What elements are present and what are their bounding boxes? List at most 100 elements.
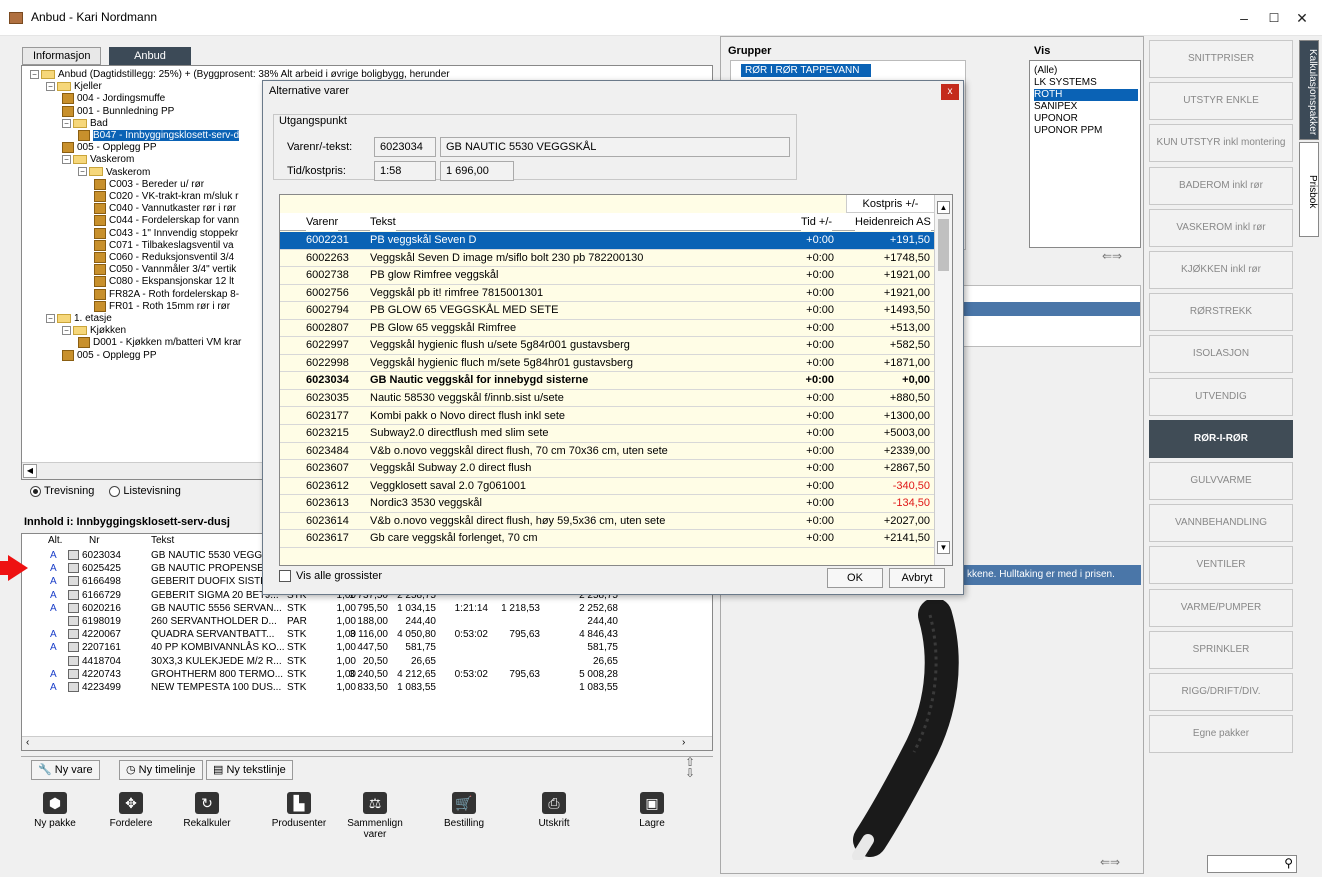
dialog-close-button[interactable]: x <box>941 84 959 100</box>
collapse-icon[interactable]: − <box>62 118 71 128</box>
collapse-icon[interactable]: − <box>78 167 87 177</box>
vis-list[interactable]: (Alle) LK SYSTEMS ROTH SANIPEX UPONOR UPONOR … <box>1029 60 1141 248</box>
tree-item[interactable]: 004 - Jordingsmuffe <box>62 93 165 105</box>
ny-vare-button[interactable]: 🔧 Ny vare <box>31 760 100 780</box>
tree-item[interactable]: C003 - Bereder u/ rør <box>94 178 204 191</box>
table-row[interactable]: 6002756 Veggskål pb it! rimfree 781500130… <box>280 285 934 303</box>
vare-tekst-field[interactable]: GB NAUTIC 5530 VEGGSKÅL <box>440 137 790 157</box>
category-button[interactable]: ISOLASJON <box>1149 335 1293 374</box>
tree-item[interactable]: FR01 - Roth 15mm rør i rør <box>94 300 230 313</box>
tree-item[interactable]: 005 - Opplegg PP <box>62 349 157 362</box>
close-button[interactable]: ✕ <box>1287 8 1317 28</box>
tree-item[interactable]: C080 - Ekspansjonskar 12 lt <box>94 276 234 288</box>
scroll-right-icon[interactable]: › <box>682 737 685 748</box>
vis-item[interactable]: UPONOR PPM <box>1034 125 1138 137</box>
tid-field[interactable]: 1:58 <box>374 161 436 181</box>
toolbar-button[interactable]: ▣ Lagre <box>619 792 685 829</box>
vis-item[interactable]: ROTH <box>1034 89 1138 101</box>
vis-item[interactable]: (Alle) <box>1034 65 1138 77</box>
minimize-button[interactable]: – <box>1229 8 1259 28</box>
tree-item[interactable]: FR82A - Roth fordelerskap 8- <box>94 288 239 301</box>
search-icon[interactable]: ⚲ <box>1284 856 1293 870</box>
kostpris-field[interactable]: 1 696,00 <box>440 161 514 181</box>
table-row[interactable]: A 4220743 GROHTHERM 800 TERMO... STK 1,00 3 2… <box>22 668 702 681</box>
vis-item[interactable]: LK SYSTEMS <box>1034 77 1138 89</box>
detail-selected-row[interactable] <box>964 302 1140 316</box>
vis-alle-checkbox[interactable] <box>279 570 291 583</box>
table-row[interactable]: 6023607 Veggskål Subway 2.0 direct flush +… <box>280 460 934 478</box>
collapse-icon[interactable]: − <box>30 69 39 79</box>
table-row[interactable]: 6002807 PB Glow 65 veggskål Rimfree +0:00 +… <box>280 320 934 338</box>
tree-item[interactable]: C050 - Vannmåler 3/4" vertik <box>94 264 236 276</box>
category-button[interactable]: VANNBEHANDLING <box>1149 504 1293 543</box>
tree-item[interactable]: − Vaskerom <box>62 154 134 166</box>
toolbar-button[interactable]: ▙ Produsenter <box>266 792 332 829</box>
tab-kalkulasjonspakker[interactable]: Kalkulasjonspakker <box>1299 40 1319 140</box>
ok-button[interactable]: OK <box>827 568 883 588</box>
tree-item[interactable]: C020 - VK-trakt-kran m/sluk r <box>94 191 238 203</box>
table-row[interactable]: 6023613 Nordic3 3530 veggskål +0:00 -134,50 <box>280 495 934 513</box>
scroll-down-icon[interactable]: ▼ <box>937 541 950 554</box>
collapse-icon[interactable]: − <box>62 155 71 165</box>
table-row[interactable]: A 6020216 GB NAUTIC 5556 SERVAN... STK 1,00 7… <box>22 602 702 615</box>
table-row[interactable]: A 4220067 QUADRA SERVANTBATT... STK 1,00 3 11… <box>22 628 702 641</box>
tree-item[interactable]: 001 - Bunnledning PP <box>62 105 174 118</box>
radio-listevisning[interactable] <box>109 485 121 497</box>
tree-item[interactable]: − Bad <box>62 118 108 130</box>
table-row[interactable]: 6022997 Veggskål hygienic flush u/sete 5g… <box>280 337 934 355</box>
move-updown-icon[interactable]: ⇧ ⇩ <box>685 756 695 779</box>
vis-alle-option[interactable]: Vis alle grossister <box>279 570 382 583</box>
vis-item[interactable]: UPONOR <box>1034 113 1138 125</box>
category-button[interactable]: VARME/PUMPER <box>1149 588 1293 627</box>
toolbar-button[interactable]: ⎙ Utskrift <box>521 792 587 829</box>
tree-item[interactable]: C044 - Fordelerskap for vann <box>94 215 239 227</box>
detail-list[interactable] <box>963 285 1141 347</box>
table-row[interactable]: 6023177 Kombi pakk o Novo direct flush in… <box>280 408 934 425</box>
tree-item[interactable]: C043 - 1" Innvendig stoppekr <box>94 227 238 240</box>
tree-item[interactable]: − Kjøkken <box>62 325 126 337</box>
table-row[interactable]: A 4223499 NEW TEMPESTA 100 DUS... STK 1,00 83… <box>22 681 702 694</box>
table-row[interactable]: 6023035 Nautic 58530 veggskål f/innb.sist… <box>280 390 934 408</box>
tree-item[interactable]: D001 - Kjøkken m/batteri VM krar <box>78 337 241 349</box>
table-row[interactable]: 6023612 Veggklosett saval 2.0 7g061001 +0:… <box>280 478 934 496</box>
toolbar-button[interactable]: 🛒 Bestilling <box>431 792 497 829</box>
toolbar-button[interactable]: ⬢ Ny pakke <box>22 792 88 829</box>
category-button[interactable]: KUN UTSTYR inkl montering <box>1149 124 1293 163</box>
table-row[interactable]: 6198019 260 SERVANTHOLDER D... PAR 1,00 188,… <box>22 615 702 628</box>
table-row[interactable]: 6023617 Gb care veggskål forlenget, 70 cm… <box>280 530 934 548</box>
category-button[interactable]: VASKEROM inkl rør <box>1149 208 1293 247</box>
category-button[interactable]: RØRSTREKK <box>1149 293 1293 332</box>
category-button[interactable]: RIGG/DRIFT/DIV. <box>1149 673 1293 711</box>
table-row[interactable]: 6023215 Subway2.0 directflush med slim se… <box>280 425 934 443</box>
category-button[interactable]: BADEROM inkl rør <box>1149 166 1293 205</box>
tree-item[interactable]: − 1. etasje <box>46 313 112 325</box>
arrows-icon[interactable]: ⇐⇒ <box>1102 249 1122 263</box>
group-item-selected[interactable]: RØR I RØR TAPPEVANN <box>741 64 871 77</box>
search-input[interactable]: ⚲ <box>1207 855 1297 873</box>
avbryt-button[interactable]: Avbryt <box>889 568 945 588</box>
tab-informasjon[interactable]: Informasjon <box>22 47 102 65</box>
tree-item[interactable]: C040 - Vannutkaster rør i rør <box>94 203 236 215</box>
toolbar-button[interactable]: ↻ Rekalkuler <box>174 792 240 829</box>
tab-prisbok[interactable]: Prisbok <box>1299 142 1319 237</box>
toolbar-button[interactable]: ✥ Fordelere <box>98 792 164 829</box>
ny-timelinje-button[interactable]: ◷ Ny timelinje <box>119 760 203 780</box>
grid-hscrollbar[interactable]: ‹ › <box>22 736 712 750</box>
tab-anbud[interactable]: Anbud <box>109 47 191 65</box>
collapse-icon[interactable]: − <box>46 313 55 323</box>
scroll-up-icon[interactable]: ▲ <box>937 201 950 214</box>
tree-item[interactable]: − Vaskerom <box>78 167 150 179</box>
table-row[interactable]: 6002738 PB glow Rimfree veggskål +0:00 +192… <box>280 267 934 285</box>
category-button[interactable]: GULVVARME <box>1149 462 1293 500</box>
maximize-button[interactable]: ☐ <box>1259 8 1289 28</box>
col-header-tid[interactable]: Tid +/- <box>801 213 833 231</box>
col-header-tekst[interactable]: Tekst <box>370 213 396 231</box>
vis-item[interactable]: SANIPEX <box>1034 101 1138 113</box>
category-button[interactable]: UTSTYR ENKLE <box>1149 82 1293 121</box>
tree-item[interactable]: C060 - Reduksjonsventil 3/4 <box>94 252 234 264</box>
col-header-alt[interactable]: Alt. <box>48 534 62 548</box>
table-row[interactable]: A 2207161 40 PP KOMBIVANNLÅS KO... STK 1,00 4… <box>22 641 702 654</box>
category-button[interactable]: VENTILER <box>1149 546 1293 585</box>
category-button[interactable]: SNITTPRISER <box>1149 40 1293 78</box>
table-row[interactable]: 6022998 Veggskål hygienic fluch m/sete 5g… <box>280 355 934 373</box>
